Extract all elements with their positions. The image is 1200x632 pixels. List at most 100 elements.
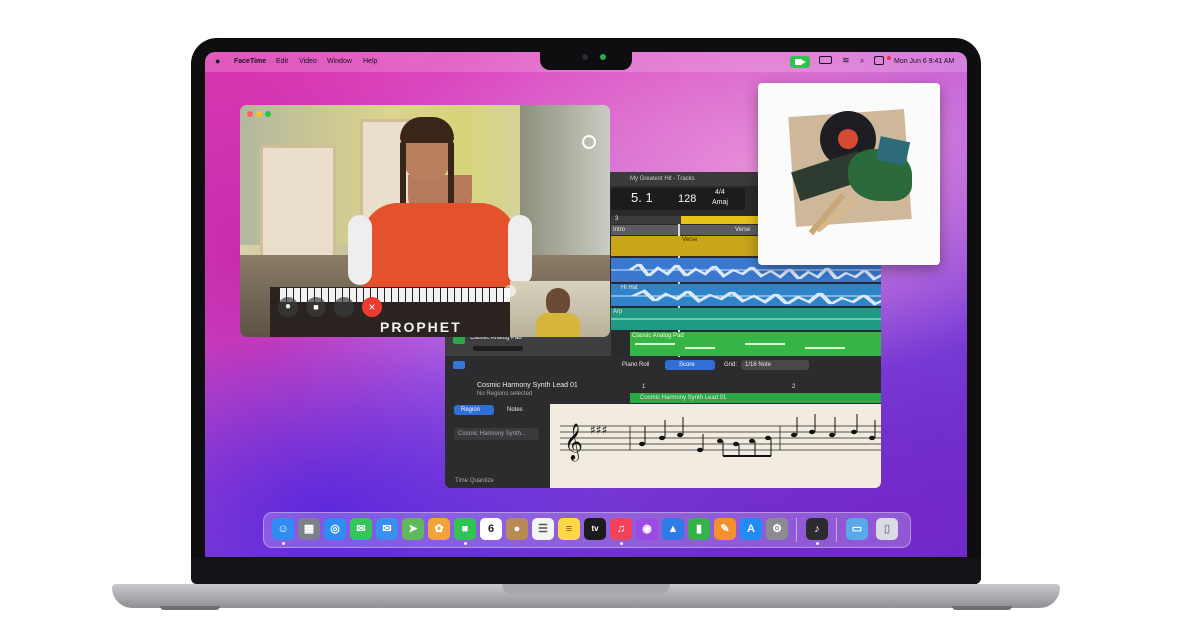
ruler-bar-3: 3 bbox=[615, 216, 619, 222]
person-braid bbox=[448, 141, 454, 211]
lcd-key: Amaj bbox=[712, 199, 728, 206]
camera-indicator-light bbox=[600, 54, 606, 60]
person-sleeve bbox=[348, 215, 372, 285]
menu-edit[interactable]: Edit bbox=[276, 58, 288, 65]
camera-lens bbox=[582, 54, 588, 60]
maps-icon[interactable]: ➤ bbox=[402, 518, 424, 540]
facetime-window[interactable]: PROPHET ● ■ × bbox=[240, 105, 610, 337]
sidebar-button[interactable] bbox=[334, 297, 354, 317]
wifi-icon[interactable]: ≋ bbox=[842, 55, 850, 66]
battery-icon[interactable] bbox=[819, 56, 832, 64]
easel-canvas bbox=[260, 145, 336, 261]
logic-pro-icon[interactable]: ♪ bbox=[806, 518, 828, 540]
shareplay-icon[interactable] bbox=[582, 135, 596, 149]
reminders-icon[interactable]: ☰ bbox=[532, 518, 554, 540]
downloads-folder-icon[interactable]: ▭ bbox=[846, 518, 868, 540]
facetime-status-icon[interactable] bbox=[790, 56, 810, 68]
pip-person bbox=[546, 288, 570, 316]
dock-separator bbox=[796, 518, 797, 542]
region-pad-label: Classic Analog Pad bbox=[632, 333, 684, 339]
trash-icon-glyph: ▯ bbox=[883, 523, 891, 535]
microphone-button[interactable]: ● bbox=[278, 297, 298, 317]
numbers-icon-glyph: ▮ bbox=[695, 523, 703, 535]
music-icon-glyph: ♫ bbox=[616, 523, 626, 535]
numbers-icon[interactable]: ▮ bbox=[688, 518, 710, 540]
inspector-tab-region[interactable]: Region bbox=[461, 407, 480, 413]
contacts-icon-glyph: ● bbox=[513, 523, 521, 535]
menu-app-name[interactable]: FaceTime bbox=[234, 58, 266, 65]
synth-brand: PROPHET bbox=[380, 319, 462, 335]
pip-options-icon[interactable] bbox=[504, 285, 516, 297]
svg-text:♯♯♯: ♯♯♯ bbox=[590, 423, 607, 437]
menu-help[interactable]: Help bbox=[363, 58, 377, 65]
finder-icon[interactable]: ☺ bbox=[272, 518, 294, 540]
music-icon[interactable]: ♫ bbox=[610, 518, 632, 540]
pip-person-shirt bbox=[536, 313, 580, 337]
facetime-icon[interactable]: ■ bbox=[454, 518, 476, 540]
siri-icon[interactable] bbox=[887, 56, 891, 60]
pages-icon[interactable]: ✎ bbox=[714, 518, 736, 540]
inspector-field-value: Cosmic Harmony Synth... bbox=[458, 431, 527, 437]
minimize-window-button[interactable] bbox=[256, 111, 262, 117]
person-sweater bbox=[362, 203, 516, 293]
safari-icon-glyph: ◎ bbox=[330, 523, 340, 535]
running-indicator bbox=[464, 542, 467, 545]
safari-icon[interactable]: ◎ bbox=[324, 518, 346, 540]
contacts-icon[interactable]: ● bbox=[506, 518, 528, 540]
waveforms bbox=[611, 263, 881, 320]
midi-note bbox=[745, 343, 785, 345]
section-verse: Verse bbox=[735, 227, 751, 233]
podcasts-icon-glyph: ◉ bbox=[642, 523, 652, 535]
person-braid bbox=[400, 141, 406, 211]
tab-piano-roll[interactable]: Piano Roll bbox=[622, 362, 649, 368]
midi-note bbox=[805, 347, 845, 349]
zoom-window-button[interactable] bbox=[265, 111, 271, 117]
keynote-icon-glyph: ▲ bbox=[667, 523, 679, 535]
mail-icon[interactable]: ✉ bbox=[376, 518, 398, 540]
editor-toggle-icon[interactable] bbox=[453, 361, 465, 369]
inspector-tab-notes[interactable]: Notes bbox=[507, 407, 523, 413]
logic-window-title: My Greatest Hit - Tracks bbox=[630, 176, 695, 182]
album-art-window[interactable] bbox=[758, 83, 940, 265]
launchpad-icon[interactable]: ▦ bbox=[298, 518, 320, 540]
menu-video[interactable]: Video bbox=[299, 58, 317, 65]
messages-icon[interactable]: ✉ bbox=[350, 518, 372, 540]
editor-ruler-1: 1 bbox=[642, 384, 646, 390]
search-icon[interactable]: ⌕ bbox=[860, 56, 864, 66]
running-indicator bbox=[816, 542, 819, 545]
laptop-foot bbox=[160, 606, 220, 610]
close-window-button[interactable] bbox=[247, 111, 253, 117]
system-preferences-icon-glyph: ⚙ bbox=[772, 523, 782, 535]
end-call-button[interactable]: × bbox=[362, 297, 382, 317]
midi-note bbox=[635, 343, 675, 345]
dock-separator bbox=[836, 518, 837, 542]
menu-window[interactable]: Window bbox=[327, 58, 352, 65]
app-store-icon[interactable]: A bbox=[740, 518, 762, 540]
camera-button[interactable]: ■ bbox=[306, 297, 326, 317]
facetime-icon-glyph: ■ bbox=[461, 523, 469, 535]
track-volume-slider[interactable] bbox=[473, 346, 523, 351]
trash-icon[interactable]: ▯ bbox=[876, 518, 898, 540]
system-preferences-icon[interactable]: ⚙ bbox=[766, 518, 788, 540]
mail-icon-glyph: ✉ bbox=[382, 523, 392, 535]
control-center-icon[interactable] bbox=[874, 56, 884, 65]
logic-pro-icon-glyph: ♪ bbox=[814, 523, 820, 535]
notes-icon[interactable]: ≡ bbox=[558, 518, 580, 540]
photos-icon[interactable]: ✿ bbox=[428, 518, 450, 540]
editor-ruler-2: 2 bbox=[792, 384, 796, 390]
desktop-screen: ● FaceTime Edit Video Window Help ≋ ⌕ Mo… bbox=[205, 52, 967, 557]
section-intro: Intro bbox=[613, 227, 626, 233]
keynote-icon[interactable]: ▲ bbox=[662, 518, 684, 540]
messages-icon-glyph: ✉ bbox=[356, 523, 366, 535]
menu-clock[interactable]: Mon Jun 6 9:41 AM bbox=[894, 58, 954, 65]
launchpad-icon-glyph: ▦ bbox=[303, 523, 315, 535]
calendar-icon[interactable]: 6 bbox=[480, 518, 502, 540]
downloads-folder-icon-glyph: ▭ bbox=[851, 523, 863, 535]
tv-icon[interactable]: tv bbox=[584, 518, 606, 540]
podcasts-icon[interactable]: ◉ bbox=[636, 518, 658, 540]
photos-icon-glyph: ✿ bbox=[434, 523, 444, 535]
notes-icon-glyph: ≡ bbox=[565, 523, 573, 535]
tab-score[interactable]: Score bbox=[679, 362, 695, 368]
apple-menu-icon[interactable]: ● bbox=[215, 56, 220, 66]
laptop-opening-groove bbox=[502, 584, 670, 594]
